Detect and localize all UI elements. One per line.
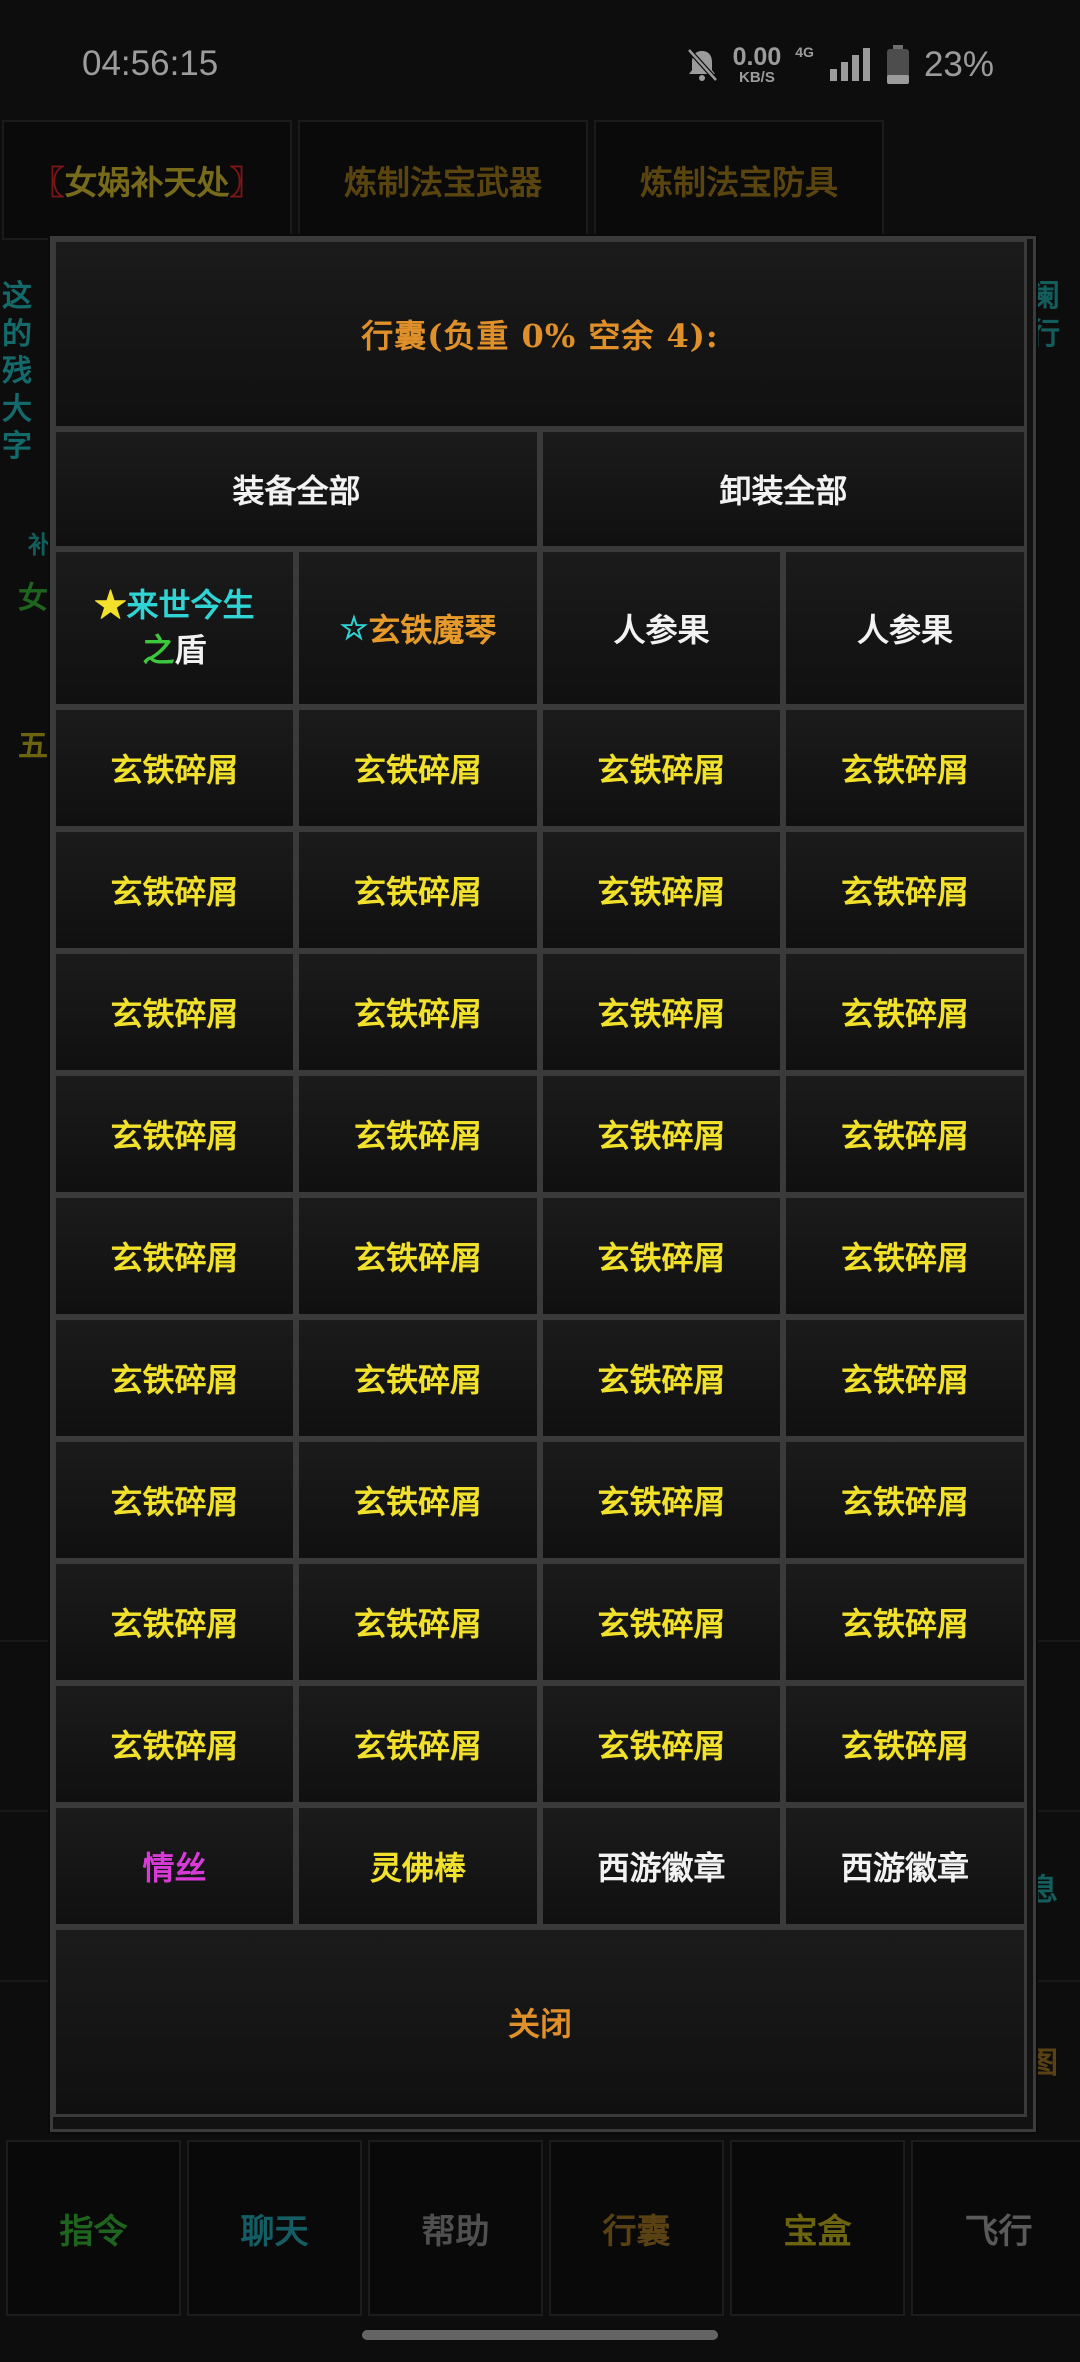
item-name: 玄铁碎屑 — [840, 1605, 969, 1643]
inventory-item[interactable]: 西游徽章 — [783, 1805, 1027, 1927]
item-name: 玄铁碎屑 — [353, 1727, 482, 1765]
item-name: 玄铁碎屑 — [840, 1117, 969, 1155]
item-name: 玄铁碎屑 — [353, 873, 482, 911]
item-name: 灵佛棒 — [369, 1849, 466, 1887]
inventory-item[interactable]: 玄铁碎屑 — [783, 1683, 1027, 1805]
item-name: 情丝 — [142, 1849, 207, 1887]
inventory-item[interactable]: 西游徽章 — [540, 1805, 783, 1927]
inventory-item[interactable]: 玄铁碎屑 — [783, 1195, 1027, 1317]
inventory-item[interactable]: 玄铁碎屑 — [296, 1073, 540, 1195]
inventory-dialog: 行囊(负重 0% 空余 4): 装备全部 卸装全部 ★来世今生 之盾 ☆ 玄铁魔琴 人参… — [50, 236, 1036, 2132]
inventory-item[interactable]: 玄铁碎屑 — [783, 707, 1027, 829]
inventory-item[interactable]: 玄铁碎屑 — [296, 1561, 540, 1683]
item-name: 玄铁碎屑 — [597, 751, 726, 789]
inventory-item[interactable]: 玄铁碎屑 — [53, 707, 296, 829]
inventory-item[interactable]: 玄铁碎屑 — [783, 1317, 1027, 1439]
item-name: 玄铁碎屑 — [353, 1117, 482, 1155]
inventory-item[interactable]: 玄铁碎屑 — [53, 1317, 296, 1439]
inventory-item[interactable]: 玄铁碎屑 — [53, 1683, 296, 1805]
inventory-item[interactable]: ☆ 玄铁魔琴 — [296, 549, 540, 707]
inventory-item[interactable]: 情丝 — [53, 1805, 296, 1927]
inventory-item[interactable]: 玄铁碎屑 — [296, 951, 540, 1073]
inventory-item[interactable]: 玄铁碎屑 — [53, 1439, 296, 1561]
inventory-item[interactable]: 玄铁碎屑 — [296, 1317, 540, 1439]
item-name: 玄铁碎屑 — [840, 1483, 969, 1521]
item-name: 玄铁碎屑 — [840, 873, 969, 911]
item-name: 玄铁碎屑 — [353, 1483, 482, 1521]
item-name: 玄铁碎屑 — [353, 995, 482, 1033]
unequip-all-button[interactable]: 卸装全部 — [540, 429, 1027, 549]
item-name-part: 盾 — [174, 631, 207, 669]
item-name: 玄铁碎屑 — [110, 873, 239, 911]
item-name: 玄铁碎屑 — [110, 1239, 239, 1277]
inventory-item[interactable]: 玄铁碎屑 — [540, 1073, 783, 1195]
inventory-item[interactable]: 玄铁碎屑 — [540, 1195, 783, 1317]
item-name: 玄铁碎屑 — [110, 1605, 239, 1643]
inventory-item[interactable]: 玄铁碎屑 — [540, 1317, 783, 1439]
item-name: 玄铁碎屑 — [840, 751, 969, 789]
item-name-part: 之 — [142, 631, 175, 669]
item-name: 玄铁碎屑 — [353, 1605, 482, 1643]
item-name: 玄铁碎屑 — [110, 1117, 239, 1155]
item-name: 玄铁碎屑 — [597, 873, 726, 911]
inventory-item[interactable]: ★来世今生之盾 — [53, 549, 296, 707]
close-button[interactable]: 关闭 — [53, 1927, 1027, 2117]
inventory-item[interactable]: 玄铁碎屑 — [296, 1195, 540, 1317]
inventory-item[interactable]: 人参果 — [540, 549, 783, 707]
inventory-item[interactable]: 玄铁碎屑 — [783, 1439, 1027, 1561]
item-name: 玄铁碎屑 — [840, 1727, 969, 1765]
inventory-item[interactable]: 玄铁碎屑 — [540, 1561, 783, 1683]
item-name: 玄铁碎屑 — [597, 1483, 726, 1521]
item-name: 玄铁碎屑 — [840, 1239, 969, 1277]
item-name: 玄铁碎屑 — [597, 1239, 726, 1277]
item-name: 玄铁碎屑 — [597, 1361, 726, 1399]
item-name: 玄铁碎屑 — [353, 1361, 482, 1399]
item-name: 玄铁碎屑 — [110, 1727, 239, 1765]
item-name: 玄铁碎屑 — [840, 995, 969, 1033]
item-name: 玄铁碎屑 — [110, 1361, 239, 1399]
item-name-part: 来世今生 — [126, 586, 255, 625]
inventory-item[interactable]: 玄铁碎屑 — [540, 1439, 783, 1561]
inventory-item[interactable]: 玄铁碎屑 — [540, 951, 783, 1073]
inventory-item[interactable]: 玄铁碎屑 — [296, 829, 540, 951]
inventory-item[interactable]: 玄铁碎屑 — [540, 829, 783, 951]
item-name: 玄铁魔琴 — [368, 611, 497, 649]
item-name: 玄铁碎屑 — [597, 995, 726, 1033]
inventory-item[interactable]: 玄铁碎屑 — [783, 1561, 1027, 1683]
inventory-item[interactable]: 玄铁碎屑 — [53, 1195, 296, 1317]
item-name: 玄铁碎屑 — [353, 1239, 482, 1277]
star-filled-icon: ★ — [94, 586, 127, 625]
item-name: 玄铁碎屑 — [353, 751, 482, 789]
inventory-item[interactable]: 玄铁碎屑 — [53, 951, 296, 1073]
inventory-title: 行囊(负重 0% 空余 4): — [53, 239, 1027, 429]
item-name: 玄铁碎屑 — [597, 1117, 726, 1155]
item-name: 玄铁碎屑 — [110, 1483, 239, 1521]
item-name: 人参果 — [613, 611, 710, 649]
inventory-item[interactable]: 玄铁碎屑 — [296, 1683, 540, 1805]
item-name: 玄铁碎屑 — [840, 1361, 969, 1399]
inventory-item[interactable]: 玄铁碎屑 — [540, 1683, 783, 1805]
item-name: 人参果 — [856, 611, 953, 649]
item-name: 西游徽章 — [840, 1849, 969, 1887]
inventory-item[interactable]: 玄铁碎屑 — [296, 707, 540, 829]
item-name: 玄铁碎屑 — [597, 1605, 726, 1643]
item-name: 玄铁碎屑 — [110, 751, 239, 789]
inventory-item[interactable]: 玄铁碎屑 — [296, 1439, 540, 1561]
inventory-item[interactable]: 玄铁碎屑 — [53, 829, 296, 951]
inventory-item[interactable]: 玄铁碎屑 — [540, 707, 783, 829]
inventory-item[interactable]: 玄铁碎屑 — [783, 829, 1027, 951]
inventory-item[interactable]: 灵佛棒 — [296, 1805, 540, 1927]
star-outline-icon: ☆ — [339, 609, 369, 647]
inventory-item[interactable]: 人参果 — [783, 549, 1027, 707]
item-name: 玄铁碎屑 — [597, 1727, 726, 1765]
inventory-item[interactable]: 玄铁碎屑 — [53, 1073, 296, 1195]
inventory-item[interactable]: 玄铁碎屑 — [53, 1561, 296, 1683]
inventory-item[interactable]: 玄铁碎屑 — [783, 1073, 1027, 1195]
item-name: 玄铁碎屑 — [110, 995, 239, 1033]
equip-all-button[interactable]: 装备全部 — [53, 429, 540, 549]
inventory-item[interactable]: 玄铁碎屑 — [783, 951, 1027, 1073]
item-name: 西游徽章 — [597, 1849, 726, 1887]
